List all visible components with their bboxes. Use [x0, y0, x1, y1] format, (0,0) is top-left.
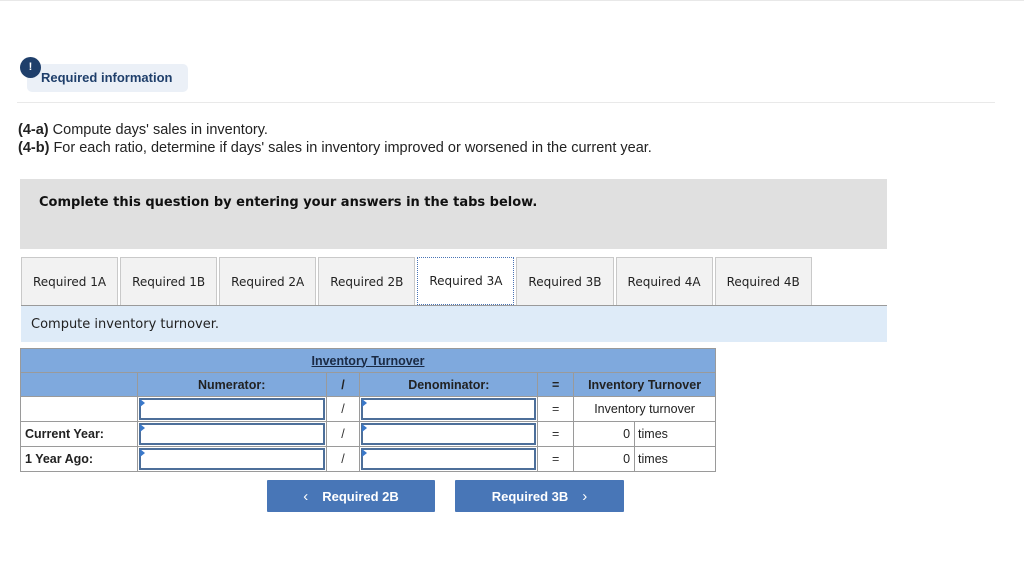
- chevron-right-icon: ›: [582, 487, 588, 505]
- prompt-box: Complete this question by entering your …: [20, 179, 887, 249]
- header-denominator: Denominator:: [359, 372, 539, 397]
- numerator-input[interactable]: [140, 400, 323, 418]
- equals-sign: =: [537, 396, 575, 422]
- equals-sign: =: [537, 446, 575, 472]
- table-row: Current Year: / = 0 times: [20, 421, 716, 447]
- section-divider: [17, 102, 995, 103]
- input-flag-icon: [362, 424, 368, 432]
- row-label: 1 Year Ago:: [20, 446, 138, 472]
- numerator-cell: [136, 421, 327, 447]
- tab-required-4a[interactable]: Required 4A: [615, 257, 713, 305]
- input-flag-icon: [139, 424, 145, 432]
- tab-required-2b[interactable]: Required 2B: [318, 257, 416, 305]
- chevron-left-icon: ‹: [303, 487, 309, 505]
- required-information-badge: Required information: [27, 64, 188, 92]
- previous-tab-label: Required 2B: [322, 488, 399, 504]
- tab-required-3a[interactable]: Required 3A: [417, 257, 515, 305]
- instruction-4a: (4-a) Compute days' sales in inventory.: [18, 121, 652, 139]
- row-label: [20, 396, 138, 422]
- top-divider: [0, 0, 1024, 1]
- instruction-4b: (4-b) For each ratio, determine if days'…: [18, 139, 652, 157]
- denominator-input[interactable]: [363, 450, 535, 468]
- tab-subtitle: Compute inventory turnover.: [31, 317, 220, 332]
- equals-sign: =: [537, 421, 575, 447]
- denominator-cell: [359, 446, 539, 472]
- input-flag-icon: [139, 449, 145, 457]
- tab-required-1a[interactable]: Required 1A: [21, 257, 119, 305]
- table-row: 1 Year Ago: / = 0 times: [20, 446, 716, 472]
- next-tab-button[interactable]: Required 3B ›: [455, 480, 624, 512]
- denominator-cell: [359, 421, 539, 447]
- next-tab-label: Required 3B: [491, 488, 569, 504]
- tab-required-2a[interactable]: Required 2A: [219, 257, 317, 305]
- instruction-4b-text: For each ratio, determine if days' sales…: [49, 140, 652, 156]
- header-numerator: Numerator:: [136, 372, 327, 397]
- result-value: 0: [573, 446, 636, 472]
- tab-required-1b[interactable]: Required 1B: [120, 257, 218, 305]
- numerator-input[interactable]: [140, 450, 323, 468]
- previous-tab-button[interactable]: ‹ Required 2B: [267, 480, 435, 512]
- inventory-turnover-table: Inventory Turnover Numerator: / Denomina…: [20, 348, 716, 472]
- header-result: Inventory Turnover: [573, 372, 716, 397]
- header-label: [20, 372, 138, 397]
- divide-sign: /: [325, 446, 361, 472]
- tab-required-4b[interactable]: Required 4B: [714, 257, 812, 305]
- input-flag-icon: [362, 449, 368, 457]
- header-divide: /: [325, 372, 361, 397]
- row-label: Current Year:: [20, 421, 138, 447]
- input-flag-icon: [139, 399, 145, 407]
- divide-sign: /: [325, 421, 361, 447]
- instruction-4b-tag: (4-b): [18, 140, 50, 156]
- instruction-4a-tag: (4-a): [18, 122, 49, 138]
- alert-icon: !: [20, 57, 41, 78]
- numerator-input[interactable]: [140, 425, 323, 443]
- instruction-4a-text: Compute days' sales in inventory.: [48, 122, 268, 138]
- tab-bar: Required 1A Required 1B Required 2A Requ…: [21, 257, 814, 305]
- input-flag-icon: [362, 399, 368, 407]
- tab-subtitle-bar: Compute inventory turnover.: [21, 306, 887, 342]
- prompt-text: Complete this question by entering your …: [39, 195, 538, 210]
- result-label: Inventory turnover: [573, 396, 716, 422]
- numerator-cell: [136, 396, 327, 422]
- numerator-cell: [136, 446, 327, 472]
- table-title: Inventory Turnover: [20, 348, 716, 373]
- denominator-input[interactable]: [363, 425, 535, 443]
- result-value: 0: [573, 421, 636, 447]
- result-unit: times: [634, 446, 716, 472]
- result-unit: times: [634, 421, 716, 447]
- header-equals: =: [537, 372, 575, 397]
- instructions: (4-a) Compute days' sales in inventory. …: [18, 121, 652, 157]
- table-row: / = Inventory turnover: [20, 396, 716, 422]
- divide-sign: /: [325, 396, 361, 422]
- tab-required-3b[interactable]: Required 3B: [516, 257, 614, 305]
- required-information-label: Required information: [41, 70, 173, 85]
- denominator-input[interactable]: [363, 400, 535, 418]
- denominator-cell: [359, 396, 539, 422]
